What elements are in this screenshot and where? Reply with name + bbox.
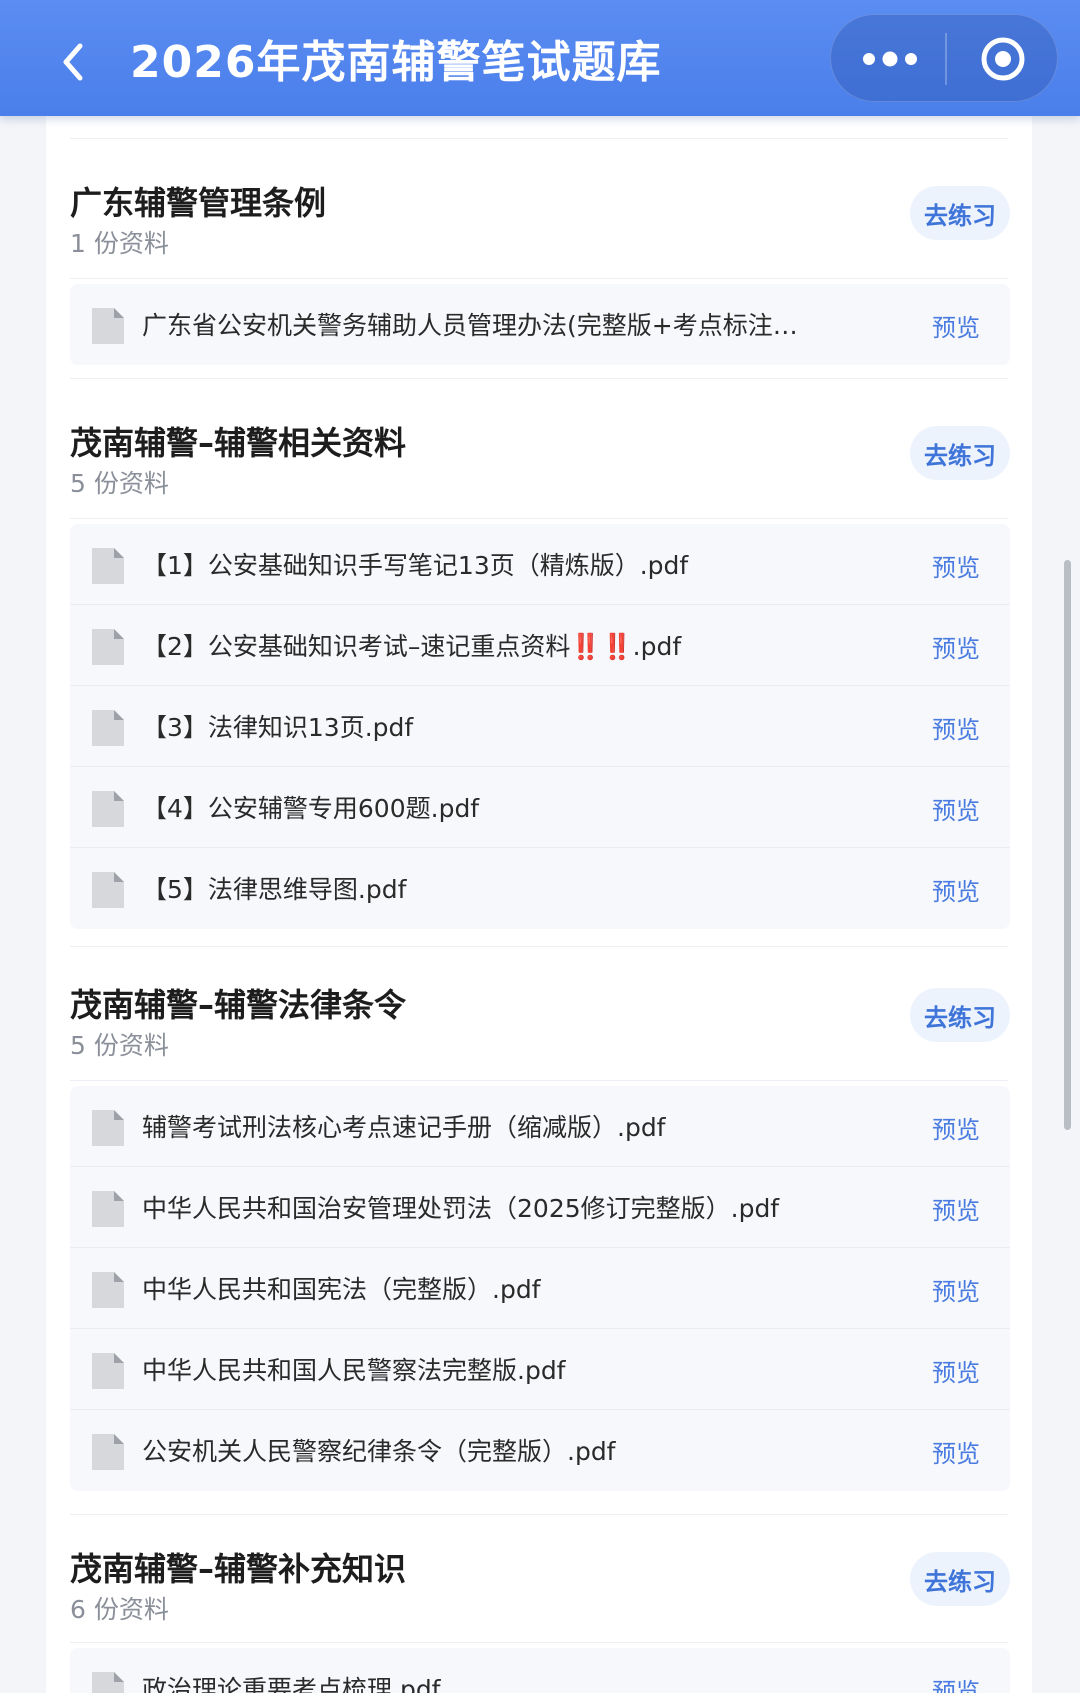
preview-link[interactable]: 预览: [932, 1110, 980, 1145]
preview-link[interactable]: 预览: [932, 308, 980, 343]
preview-link[interactable]: 预览: [932, 1672, 980, 1693]
document-icon: [92, 710, 124, 746]
capsule-divider: [945, 33, 947, 85]
preview-link[interactable]: 预览: [932, 1434, 980, 1469]
section-card: 茂南辅警–辅警补充知识 6 份资料 去练习 政治理论重要考点梳理.pdf 预览: [46, 1514, 1032, 1693]
file-name: 中华人民共和国人民警察法完整版.pdf: [142, 1356, 566, 1385]
document-icon: [92, 548, 124, 584]
file-name: 【4】公安辅警专用600题.pdf: [142, 794, 480, 823]
document-icon: [92, 1672, 124, 1693]
page: 2026年茂南辅警笔试题库 广东辅警管理条例 1 份资料 去练习 广东省公安机关…: [0, 0, 1080, 1693]
file-name: 【2】公安基础知识考试–速记重点资料‼️‼️.pdf: [142, 632, 682, 661]
section-title: 茂南辅警–辅警相关资料: [70, 424, 407, 462]
file-list: 政治理论重要考点梳理.pdf 预览: [70, 1648, 1010, 1693]
file-name: 辅警考试刑法核心考点速记手册（缩减版）.pdf: [142, 1113, 666, 1142]
section-title: 茂南辅警–辅警法律条令: [70, 986, 407, 1024]
file-row[interactable]: 【2】公安基础知识考试–速记重点资料‼️‼️.pdf 预览: [70, 605, 1010, 686]
section-card: 茂南辅警–辅警相关资料 5 份资料 去练习 【1】公安基础知识手写笔记13页（精…: [46, 378, 1032, 948]
preview-link[interactable]: 预览: [932, 629, 980, 664]
file-list: 【1】公安基础知识手写笔记13页（精炼版）.pdf 预览 【2】公安基础知识考试…: [70, 524, 1010, 929]
file-name: 中华人民共和国宪法（完整版）.pdf: [142, 1275, 541, 1304]
divider: [70, 378, 1008, 379]
section-count: 6 份资料: [70, 1595, 169, 1624]
document-icon: [92, 308, 124, 344]
practice-button[interactable]: 去练习: [910, 988, 1010, 1042]
file-row[interactable]: 【4】公安辅警专用600题.pdf 预览: [70, 767, 1010, 848]
file-name: 【3】法律知识13页.pdf: [142, 713, 414, 742]
preview-link[interactable]: 预览: [932, 1272, 980, 1307]
preview-link[interactable]: 预览: [932, 872, 980, 907]
section-card: 茂南辅警–辅警法律条令 5 份资料 去练习 辅警考试刑法核心考点速记手册（缩减版…: [46, 946, 1032, 1516]
divider: [70, 138, 1008, 139]
chevron-left-icon[interactable]: [58, 42, 88, 82]
file-row[interactable]: 政治理论重要考点梳理.pdf 预览: [70, 1648, 1010, 1693]
file-row[interactable]: 广东省公安机关警务辅助人员管理办法(完整版+考点标注+考… 预览: [70, 284, 1010, 365]
file-name: 【1】公安基础知识手写笔记13页（精炼版）.pdf: [142, 551, 689, 580]
divider: [70, 278, 1008, 279]
preview-link[interactable]: 预览: [932, 710, 980, 745]
divider: [70, 1080, 1008, 1081]
file-row[interactable]: 【3】法律知识13页.pdf 预览: [70, 686, 1010, 767]
preview-link[interactable]: 预览: [932, 1191, 980, 1226]
section-count: 5 份资料: [70, 469, 169, 498]
document-icon: [92, 1353, 124, 1389]
document-icon: [92, 791, 124, 827]
file-name: 广东省公安机关警务辅助人员管理办法(完整版+考点标注+考…: [142, 311, 802, 340]
file-row[interactable]: 中华人民共和国治安管理处罚法（2025修订完整版）.pdf 预览: [70, 1167, 1010, 1248]
divider: [70, 946, 1008, 947]
file-name: 公安机关人民警察纪律条令（完整版）.pdf: [142, 1437, 616, 1466]
scrollbar[interactable]: [1064, 560, 1071, 1130]
material-list: 广东辅警管理条例 1 份资料 去练习 广东省公安机关警务辅助人员管理办法(完整版…: [46, 116, 1032, 1693]
page-title: 2026年茂南辅警笔试题库: [130, 37, 662, 88]
document-icon: [92, 1434, 124, 1470]
file-list: 广东省公安机关警务辅助人员管理办法(完整版+考点标注+考… 预览: [70, 284, 1010, 365]
preview-link[interactable]: 预览: [932, 791, 980, 826]
file-row[interactable]: 【1】公安基础知识手写笔记13页（精炼版）.pdf 预览: [70, 524, 1010, 605]
document-icon: [92, 1272, 124, 1308]
document-icon: [92, 629, 124, 665]
file-row[interactable]: 公安机关人民警察纪律条令（完整版）.pdf 预览: [70, 1410, 1010, 1491]
file-list: 辅警考试刑法核心考点速记手册（缩减版）.pdf 预览 中华人民共和国治安管理处罚…: [70, 1086, 1010, 1491]
close-target-icon[interactable]: [979, 35, 1027, 83]
document-icon: [92, 1191, 124, 1227]
practice-button[interactable]: 去练习: [910, 186, 1010, 240]
section-title: 广东辅警管理条例: [70, 184, 327, 222]
file-name: 中华人民共和国治安管理处罚法（2025修订完整版）.pdf: [142, 1194, 780, 1223]
nav-bar: 2026年茂南辅警笔试题库: [0, 0, 1080, 116]
practice-button[interactable]: 去练习: [910, 1552, 1010, 1606]
document-icon: [92, 1110, 124, 1146]
preview-link[interactable]: 预览: [932, 1353, 980, 1388]
file-name: 【5】法律思维导图.pdf: [142, 875, 407, 904]
section-count: 5 份资料: [70, 1031, 169, 1060]
file-name: 政治理论重要考点梳理.pdf: [142, 1675, 441, 1693]
divider: [70, 518, 1008, 519]
divider: [70, 1642, 1008, 1643]
mini-program-capsule: [830, 14, 1058, 102]
divider: [70, 1514, 1008, 1515]
file-row[interactable]: 中华人民共和国宪法（完整版）.pdf 预览: [70, 1248, 1010, 1329]
preview-link[interactable]: 预览: [932, 548, 980, 583]
section-count: 1 份资料: [70, 229, 169, 258]
more-dots-icon[interactable]: [861, 45, 919, 73]
file-row[interactable]: 【5】法律思维导图.pdf 预览: [70, 848, 1010, 929]
document-icon: [92, 872, 124, 908]
file-row[interactable]: 中华人民共和国人民警察法完整版.pdf 预览: [70, 1329, 1010, 1410]
section-title: 茂南辅警–辅警补充知识: [70, 1550, 407, 1588]
file-row[interactable]: 辅警考试刑法核心考点速记手册（缩减版）.pdf 预览: [70, 1086, 1010, 1167]
practice-button[interactable]: 去练习: [910, 426, 1010, 480]
